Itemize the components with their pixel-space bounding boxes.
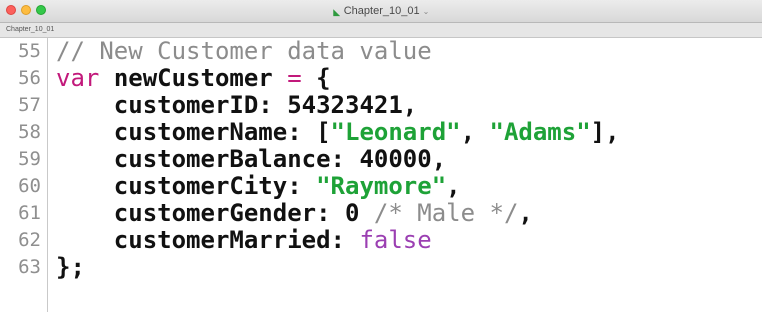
code-token-punct: }; xyxy=(56,253,85,281)
line-number: 57 xyxy=(18,94,41,116)
window-title[interactable]: ◣ Chapter_10_01 ⌄ xyxy=(0,4,762,19)
line-number: 59 xyxy=(18,148,41,170)
line-number: 58 xyxy=(18,121,41,143)
code-line[interactable]: customerID: 54323421, xyxy=(56,92,762,119)
code-token-bool: false xyxy=(359,226,432,254)
code-token-punct: , xyxy=(431,145,447,173)
code-line[interactable]: customerBalance: 40000, xyxy=(56,146,762,173)
code-token-ident: customerCity: xyxy=(113,172,302,200)
code-line[interactable]: customerCity: "Raymore", xyxy=(56,173,762,200)
code-token-string: "Adams" xyxy=(489,118,591,146)
line-number: 60 xyxy=(18,175,41,197)
window-title-text: Chapter_10_01 xyxy=(343,5,420,17)
code-token-ident: customerGender: xyxy=(113,199,331,227)
code-area[interactable]: // New Customer data value var newCustome… xyxy=(48,38,762,312)
code-token-number: 54323421 xyxy=(287,91,403,119)
code-token-number: 40000 xyxy=(359,145,432,173)
code-token-punct: , xyxy=(518,199,533,227)
code-token-string: "Leonard" xyxy=(330,118,461,146)
title-bar: ◣ Chapter_10_01 ⌄ xyxy=(0,0,762,23)
code-token-number: 0 xyxy=(345,199,360,227)
code-token-punct: , xyxy=(402,91,418,119)
code-token-comment: // New Customer data value xyxy=(56,37,432,65)
code-token-string: "Raymore" xyxy=(316,172,447,200)
code-token-ident: customerMarried: xyxy=(113,226,345,254)
tab-bar: Chapter_10_01 xyxy=(0,23,762,38)
code-line[interactable]: customerGender: 0 /* Male */, xyxy=(56,200,762,227)
code-line[interactable]: customerName: ["Leonard", "Adams"], xyxy=(56,119,762,146)
code-token-punct: ], xyxy=(590,118,620,146)
code-line[interactable]: // New Customer data value xyxy=(56,38,762,65)
code-token-ident: newCustomer xyxy=(113,64,273,92)
code-line[interactable]: }; xyxy=(56,254,762,281)
line-number: 56 xyxy=(18,67,41,89)
editor-window: ◣ Chapter_10_01 ⌄ Chapter_10_01 55 56 57 58 59… xyxy=(0,0,762,312)
code-token-ident: customerBalance: xyxy=(113,145,345,173)
code-editor[interactable]: 55 56 57 58 59 60 61 62 63 // New Customer data … xyxy=(0,38,762,312)
code-token-ident: customerName: xyxy=(113,118,302,146)
code-token-op: = xyxy=(287,64,302,92)
code-token-ident: customerID: xyxy=(113,91,273,119)
code-token-punct: [ xyxy=(316,118,331,146)
code-line[interactable]: var newCustomer = { xyxy=(56,65,762,92)
code-token-comment: /* Male */ xyxy=(373,199,519,227)
code-token-punct: , xyxy=(446,172,461,200)
code-token-keyword: var xyxy=(56,64,100,92)
line-number: 61 xyxy=(18,202,41,224)
tab-chapter-10-01[interactable]: Chapter_10_01 xyxy=(4,23,68,37)
line-number: 62 xyxy=(18,229,41,251)
line-number: 63 xyxy=(18,256,41,278)
code-line[interactable]: customerMarried: false xyxy=(56,227,762,254)
document-icon: ◣ xyxy=(333,7,341,17)
chevron-down-icon[interactable]: ⌄ xyxy=(423,7,430,16)
line-number-gutter: 55 56 57 58 59 60 61 62 63 xyxy=(0,38,48,312)
line-number: 55 xyxy=(18,40,41,62)
code-token-punct: { xyxy=(316,64,331,92)
code-token-punct: , xyxy=(460,118,490,146)
